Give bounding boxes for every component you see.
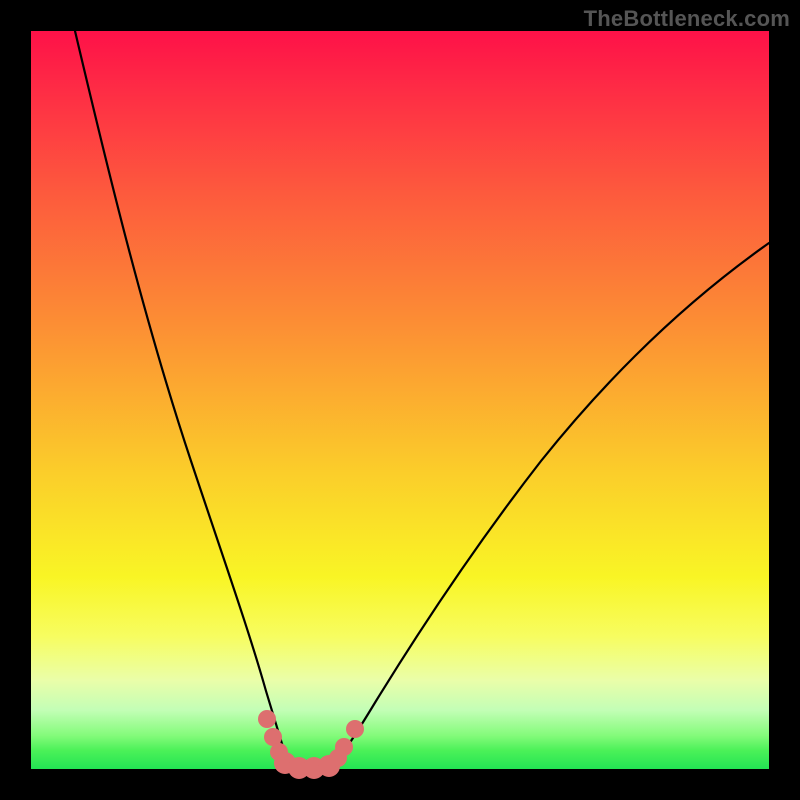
curve-right — [331, 243, 769, 767]
curves-svg — [31, 31, 769, 769]
chart-stage: TheBottleneck.com — [0, 0, 800, 800]
watermark-text: TheBottleneck.com — [584, 6, 790, 32]
trough-markers — [258, 710, 364, 779]
plot-area — [31, 31, 769, 769]
curve-left — [75, 31, 289, 767]
